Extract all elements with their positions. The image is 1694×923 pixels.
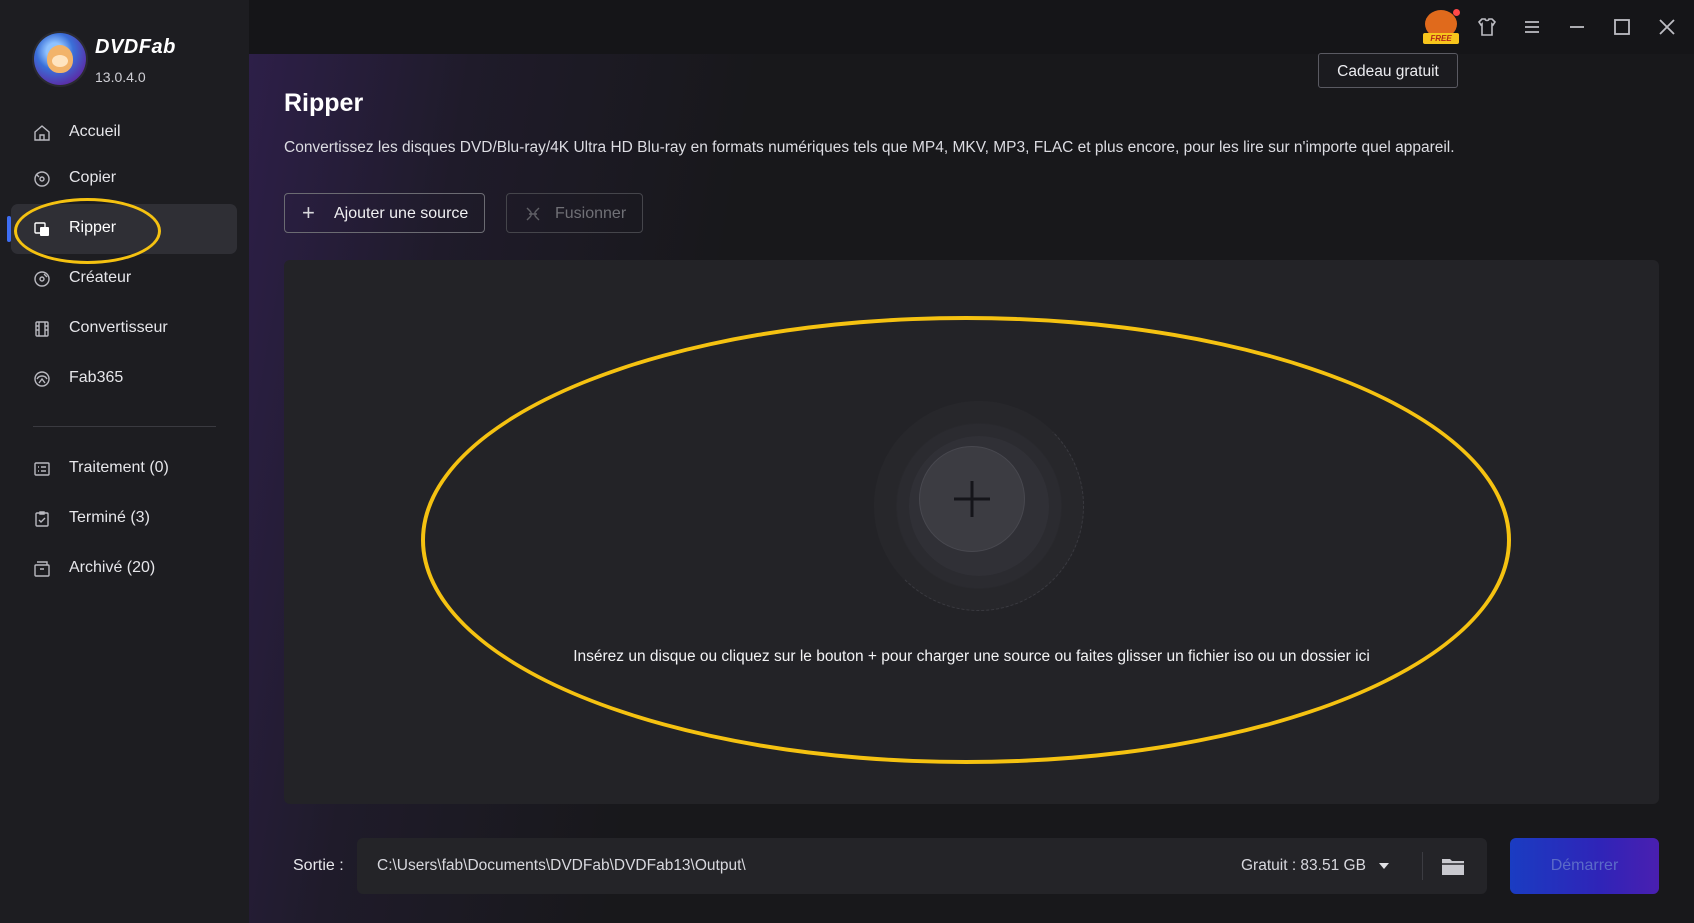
copy-disc-icon [34,171,50,187]
sidebar-item-createur[interactable]: Créateur [11,254,237,304]
folder-icon[interactable] [1441,856,1465,876]
film-icon [35,321,49,337]
sidebar-item-label: Créateur [69,269,132,286]
sidebar-item-ripper[interactable]: Ripper [7,204,237,254]
plus-icon: + [302,200,315,225]
sidebar-item-termine[interactable]: Terminé (3) [11,494,237,544]
maximize-icon[interactable] [1610,15,1634,39]
output-path: C:\Users\fab\Documents\DVDFab\DVDFab13\O… [377,857,746,874]
sidebar-divider [33,426,216,427]
sidebar-item-label: Traitement (0) [69,459,169,476]
plus-icon [954,481,990,517]
clipboard-check-icon [35,511,49,527]
sidebar-item-label: Terminé (3) [69,509,150,526]
sidebar-item-archive[interactable]: Archivé (20) [11,544,237,594]
free-space[interactable]: Gratuit : 83.51 GB [1241,857,1366,875]
add-source-button[interactable]: + Ajouter une source [284,193,485,233]
start-button[interactable]: Démarrer [1510,838,1659,894]
creator-disc-icon [34,271,50,287]
add-source-label: Ajouter une source [334,205,469,222]
page-description: Convertissez les disques DVD/Blu-ray/4K … [284,139,1455,156]
home-icon [34,125,50,141]
add-source-plus-button[interactable] [919,446,1025,552]
divider [1422,852,1423,880]
sidebar-item-label: Ripper [69,219,117,236]
sidebar-item-label: Accueil [69,123,121,140]
tshirt-skin-icon[interactable] [1475,15,1499,39]
sidebar-item-fab365[interactable]: Fab365 [11,354,237,404]
merge-button[interactable]: Fusionner [506,193,643,233]
app-version: 13.0.4.0 [95,69,146,85]
archive-icon [34,561,50,577]
sidebar-item-copier[interactable]: Copier [11,154,237,204]
sidebar-item-label: Convertisseur [69,319,168,336]
list-icon [34,462,50,476]
sidebar-item-traitement[interactable]: Traitement (0) [11,444,237,494]
drop-hint: Insérez un disque ou cliquez sur le bout… [573,648,1370,665]
notification-dot [1453,9,1460,16]
brand-name: DVDFab [95,36,176,58]
chevron-down-icon[interactable] [1379,863,1389,869]
output-path-field[interactable]: C:\Users\fab\Documents\DVDFab\DVDFab13\O… [357,838,1487,894]
ripper-icon [34,222,49,236]
free-badge: FREE [1423,33,1459,44]
sidebar: DVDFab 13.0.4.0 Accueil Copier Ripper Cr… [0,0,249,923]
merge-icon [526,207,540,221]
minimize-icon[interactable] [1565,15,1589,39]
menu-icon[interactable] [1520,15,1544,39]
dvdfab-logo [34,33,86,85]
fab365-icon [34,371,50,387]
sidebar-item-label: Archivé (20) [69,559,156,576]
output-label: Sortie : [293,857,344,874]
gift-tooltip: Cadeau gratuit [1318,53,1458,88]
sidebar-item-convertisseur[interactable]: Convertisseur [11,304,237,354]
sidebar-item-accueil[interactable]: Accueil [11,108,237,158]
sidebar-item-label: Fab365 [69,369,124,386]
sidebar-item-label: Copier [69,169,117,186]
merge-label: Fusionner [555,205,627,222]
gift-button[interactable]: FREE [1423,9,1460,44]
close-icon[interactable] [1655,15,1679,39]
page-title: Ripper [284,89,364,117]
